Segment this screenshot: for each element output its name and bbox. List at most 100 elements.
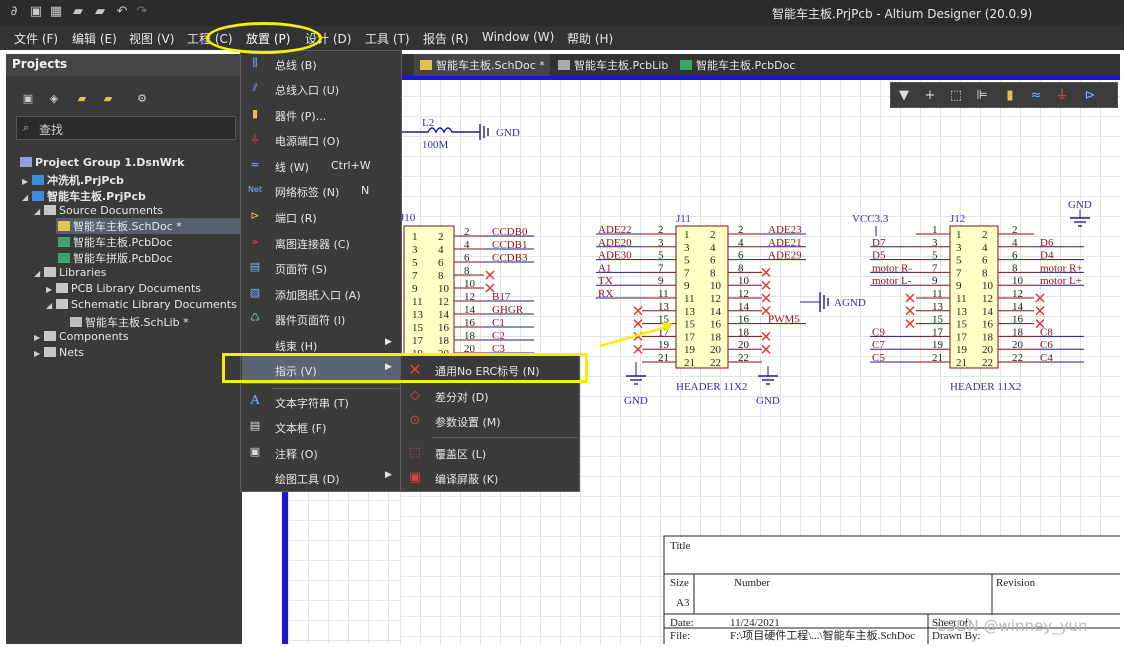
tree-item-schdoc[interactable]: 智能车主板.SchDoc * [58, 218, 182, 234]
net-label: RX [598, 288, 613, 300]
menu-item-parameter-set[interactable]: ⊙ 参数设置 (M) [401, 409, 579, 433]
tree-item-pcb-library-documents[interactable]: ▶ PCB Library Documents [46, 282, 201, 298]
chevron-right-icon[interactable]: ▶ [22, 177, 32, 186]
part-icon[interactable]: ▮ [1001, 87, 1019, 105]
pin-number: 21 [932, 352, 943, 364]
menu-item-device-sheet-symbol[interactable]: ♺ 器件页面符 (I) [241, 307, 401, 331]
tab-pcbdoc[interactable]: 智能车主板.PcbDoc [680, 57, 795, 73]
menu-edit[interactable]: 编辑 (E) [72, 30, 117, 47]
pin-number: 14 [738, 301, 750, 313]
pin-number: 19 [684, 344, 696, 356]
undo-icon[interactable]: ↶ [114, 4, 130, 20]
size-label: Size [670, 577, 689, 589]
menu-view[interactable]: 视图 (V) [129, 30, 174, 47]
chevron-right-icon[interactable]: ▶ [46, 285, 56, 294]
pin-number: 14 [982, 306, 994, 318]
tree-item-schlib[interactable]: 智能车主板.SchLib * [70, 314, 189, 330]
inductor-l2[interactable]: L2 100M GND [400, 117, 520, 151]
menu-item-text-string[interactable]: A 文本字符串 (T) [241, 390, 401, 414]
redo-icon[interactable]: ↷ [134, 4, 150, 20]
menu-item-power-port[interactable]: ⏚ 电源端口 (O) [241, 128, 401, 152]
menu-item-diff-pair[interactable]: ◇ 差分对 (D) [401, 384, 579, 408]
save-icon[interactable]: ▣ [28, 4, 44, 20]
menu-tools[interactable]: 工具 (T) [365, 30, 410, 47]
tab-pcblib[interactable]: 智能车主板.PcbLib [558, 57, 668, 73]
tab-schdoc[interactable]: 智能车主板.SchDoc * [420, 57, 545, 73]
pin-number: 3 [956, 242, 962, 254]
pin-number: 7 [658, 262, 664, 274]
connector-j10[interactable]: J10 1 2 2 CCDB03 4 4 CCDB15 6 6 CCDB37 8 89 10 1011 12… [400, 212, 534, 360]
pin-number: 20 [738, 339, 750, 351]
menu-item-bus-entry[interactable]: ⫽ 总线入口 (U) [241, 77, 401, 101]
chevron-down-icon[interactable]: ◢ [46, 301, 56, 310]
pin-number: 10 [1012, 275, 1024, 287]
tree-item-project-group[interactable]: Project Group 1.DsnWrk [20, 156, 184, 172]
menu-item-compile-mask[interactable]: ▣ 编译屏蔽 (K) [401, 466, 579, 490]
search-input[interactable]: ⌕ 查找 [16, 116, 236, 140]
menu-item-sheet-symbol[interactable]: ▤ 页面符 (S) [241, 256, 401, 280]
port-icon[interactable]: ⊳ [1081, 87, 1099, 105]
pin-number: 16 [710, 319, 722, 331]
compile-icon[interactable]: ◈ [46, 92, 62, 106]
panel-header: Projects [6, 54, 242, 76]
pin-number: 20 [982, 344, 994, 356]
pin-number: 2 [464, 226, 470, 238]
select-rect-icon[interactable]: ⬚ [947, 87, 965, 105]
tree-item-panel-pcbdoc[interactable]: 智能车拼版.PcbDoc [58, 250, 172, 266]
menu-item-drawing-tools[interactable]: 绘图工具 (D) ▶ [241, 466, 401, 490]
sheet-entry-icon: ▧ [249, 286, 261, 299]
pin-number: 10 [982, 280, 994, 292]
title-bar: ∂ ▣ ▦ ▰ ▰ ↶ ↷ 智能车主板.PrjPcb - Altium Desi… [0, 0, 1124, 26]
menu-item-sheet-entry[interactable]: ▧ 添加图纸入口 (A) [241, 282, 401, 306]
search-icon: ⌕ [23, 121, 30, 134]
power-port-icon[interactable]: ⏚ [1053, 87, 1071, 105]
save-document-icon[interactable]: ▣ [20, 92, 36, 106]
tree-item-pcbdoc[interactable]: 智能车主板.PcbDoc [58, 234, 172, 250]
refresh-icon[interactable]: ▰ [100, 92, 116, 106]
tree-item-project-washer[interactable]: ▶ 冲洗机.PrjPcb [22, 172, 124, 188]
connector-j12[interactable]: VCC3.3 J12 HEADER 11X2 1 21 23 43 4D7 D65 65 6D… [852, 199, 1092, 393]
connector-j11[interactable]: J11 HEADER 11X2 1 22 2ADE22 ADE233 43 4ADE20 A… [596, 213, 866, 407]
menu-item-off-sheet-connector[interactable]: » 离图连接器 (C) [241, 231, 401, 255]
align-icon[interactable]: ⊫ [973, 87, 991, 105]
tree-item-libraries[interactable]: ◢ Libraries [34, 266, 107, 282]
chevron-down-icon[interactable]: ◢ [34, 269, 44, 278]
tree-item-components[interactable]: ▶ Components [34, 330, 129, 346]
gear-icon[interactable]: ⚙ [134, 92, 150, 106]
pin-number: 11 [684, 293, 695, 305]
chevron-right-icon[interactable]: ▶ [34, 333, 44, 342]
project-options-icon[interactable]: ▰ [74, 92, 90, 106]
chevron-right-icon[interactable]: ▶ [34, 349, 44, 358]
menu-reports[interactable]: 报告 (R) [423, 30, 469, 47]
tree-item-project-main[interactable]: ◢ 智能车主板.PrjPcb [22, 188, 146, 204]
menu-item-net-label[interactable]: Net 网络标签 (N) N [241, 179, 401, 203]
wire-icon[interactable]: ≈ [1027, 87, 1045, 105]
pin-number: 12 [464, 291, 475, 303]
compile-mask-icon: ▣ [408, 470, 422, 485]
pin-number: 13 [684, 306, 696, 318]
tree-item-nets[interactable]: ▶ Nets [34, 346, 84, 362]
chevron-down-icon[interactable]: ◢ [22, 193, 32, 202]
save-all-icon[interactable]: ▦ [48, 4, 64, 20]
menu-item-wire[interactable]: ≈ 线 (W) Ctrl+W [241, 154, 401, 178]
menu-window[interactable]: Window (W) [482, 30, 554, 44]
menu-file[interactable]: 文件 (F) [14, 30, 58, 47]
menu-help[interactable]: 帮助 (H) [567, 30, 613, 47]
menu-separator [431, 437, 577, 438]
menu-item-bus[interactable]: ⫼ 总线 (B) [241, 52, 401, 76]
menu-item-text-frame[interactable]: ▤ 文本框 (F) [241, 415, 401, 439]
filter-icon[interactable]: ▼ [895, 87, 913, 105]
menu-item-part[interactable]: ▮ 器件 (P)... [241, 103, 401, 127]
menu-item-note[interactable]: ▣ 注释 (O) [241, 441, 401, 465]
tree-item-schematic-library-documents[interactable]: ◢ Schematic Library Documents [46, 298, 237, 314]
move-icon[interactable]: + [921, 87, 939, 105]
menu-item-blanket[interactable]: ⬚ 覆盖区 (L) [401, 441, 579, 465]
footprint-j11: HEADER 11X2 [676, 381, 747, 393]
chevron-down-icon[interactable]: ◢ [34, 207, 44, 216]
canvas-left-area[interactable] [288, 480, 400, 644]
menu-item-port[interactable]: ⊳ 端口 (R) [241, 205, 401, 229]
open-icon[interactable]: ▰ [70, 4, 86, 20]
pin-number: 11 [412, 296, 423, 308]
pin-number: 16 [464, 317, 476, 329]
open-project-icon[interactable]: ▰ [92, 4, 108, 20]
